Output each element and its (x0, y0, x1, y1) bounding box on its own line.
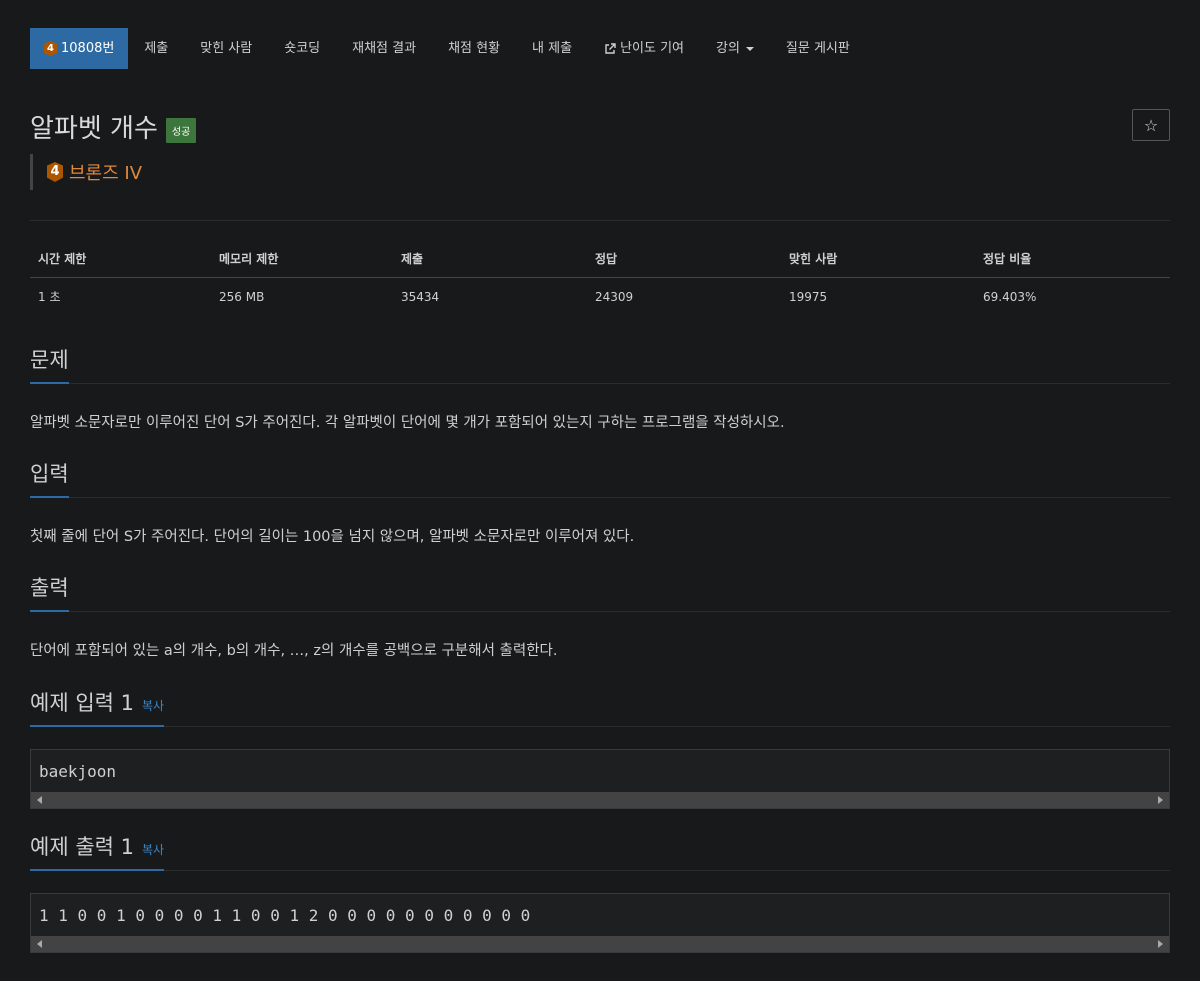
scroll-left-icon[interactable] (37, 940, 42, 948)
input-section-title: 입력 (30, 458, 69, 498)
sample-output-text: 1 1 0 0 1 0 0 0 0 1 1 0 0 1 2 0 0 0 0 0 … (39, 906, 531, 925)
sample-input-title-wrap: 예제 입력 1 복사 (30, 687, 165, 727)
nav-lectures-dropdown[interactable]: 강의 (700, 28, 770, 69)
problem-description: 알파벳 소문자로만 이루어진 단어 S가 주어진다. 각 알파벳이 단어에 몇 … (30, 415, 785, 431)
output-section-title: 출력 (30, 572, 69, 612)
sample-output-title: 예제 출력 1 (30, 835, 134, 859)
horizontal-scrollbar[interactable] (31, 792, 1169, 808)
favorite-star-button[interactable]: ☆ (1132, 109, 1170, 141)
th-solved-users: 맞힌 사람 (781, 240, 975, 278)
sample-output-box[interactable]: 1 1 0 0 1 0 0 0 0 1 1 0 0 1 2 0 0 0 0 0 … (30, 893, 1170, 953)
nav-short-coding[interactable]: 숏코딩 (268, 28, 336, 69)
accept-ratio-value: 69.403% (983, 289, 1037, 304)
sample-input-title: 예제 입력 1 (30, 691, 134, 715)
nav-qna-board[interactable]: 질문 게시판 (770, 28, 866, 69)
nav-lectures-label: 강의 (716, 41, 740, 56)
sample-input-header: 예제 입력 1 복사 (30, 687, 1170, 727)
copy-sample-output-button[interactable]: 복사 (142, 843, 164, 857)
sample-input-box[interactable]: baekjoon (30, 749, 1170, 809)
scroll-right-icon[interactable] (1158, 940, 1163, 948)
input-description: 첫째 줄에 단어 S가 주어진다. 단어의 길이는 100을 넘지 않으며, 알… (30, 529, 635, 545)
nav-difficulty-label: 난이도 기여 (620, 41, 684, 56)
scroll-left-icon[interactable] (37, 796, 42, 804)
memory-limit-value: 256 MB (219, 289, 265, 304)
nav-my-submissions[interactable]: 내 제출 (516, 28, 588, 69)
table-header-row: 시간 제한 메모리 제한 제출 정답 맞힌 사람 정답 비율 (30, 240, 1170, 278)
output-section-header: 출력 (30, 572, 1170, 612)
nav-problem-number[interactable]: 4 10808번 (30, 28, 129, 69)
solved-users-value: 19975 (789, 289, 828, 304)
caret-down-icon (745, 46, 754, 51)
external-link-icon (605, 42, 616, 54)
tier-name[interactable]: 브론즈 IV (69, 159, 142, 185)
input-section-header: 입력 (30, 458, 1170, 498)
nav-difficulty-contribution[interactable]: 난이도 기여 (588, 28, 700, 69)
sample-input-text: baekjoon (39, 762, 117, 781)
nav-problem-id: 10808번 (61, 41, 115, 56)
nav-rejudge-results[interactable]: 재채점 결과 (336, 28, 432, 69)
accepted-value: 24309 (595, 289, 634, 304)
th-memory-limit: 메모리 제한 (211, 240, 393, 278)
scroll-right-icon[interactable] (1158, 796, 1163, 804)
problem-section-header: 문제 (30, 344, 1170, 384)
th-submissions: 제출 (393, 240, 587, 278)
output-description: 단어에 포함되어 있는 a의 개수, b의 개수, …, z의 개수를 공백으로… (30, 643, 558, 659)
problem-nav: 4 10808번 제출 맞힌 사람 숏코딩 재채점 결과 채점 현황 내 제출 … (30, 28, 866, 69)
bronze-tier-icon: 4 (44, 41, 57, 56)
submissions-value: 35434 (401, 289, 440, 304)
problem-stats-table: 시간 제한 메모리 제한 제출 정답 맞힌 사람 정답 비율 1 초 256 M… (30, 240, 1170, 315)
horizontal-scrollbar[interactable] (31, 936, 1169, 952)
nav-solved-users[interactable]: 맞힌 사람 (184, 28, 268, 69)
nav-submit[interactable]: 제출 (128, 28, 184, 69)
th-time-limit: 시간 제한 (30, 240, 211, 278)
nav-judge-status[interactable]: 채점 현황 (432, 28, 516, 69)
th-accepted: 정답 (587, 240, 781, 278)
table-row: 1 초 256 MB 35434 24309 19975 69.403% (30, 278, 1170, 316)
th-accept-ratio: 정답 비율 (975, 240, 1170, 278)
time-limit-value: 1 초 (38, 290, 61, 304)
copy-sample-input-button[interactable]: 복사 (142, 699, 164, 713)
sample-output-header: 예제 출력 1 복사 (30, 831, 1170, 871)
sample-output-title-wrap: 예제 출력 1 복사 (30, 831, 165, 871)
problem-title: 알파벳 개수 (30, 114, 158, 144)
problem-tier: 4 브론즈 IV (30, 154, 142, 190)
problem-title-row: 알파벳 개수 성공 (30, 108, 197, 145)
problem-section-title: 문제 (30, 344, 69, 384)
bronze-tier-icon: 4 (47, 162, 63, 182)
divider (30, 220, 1170, 221)
status-badge: 성공 (165, 118, 197, 143)
